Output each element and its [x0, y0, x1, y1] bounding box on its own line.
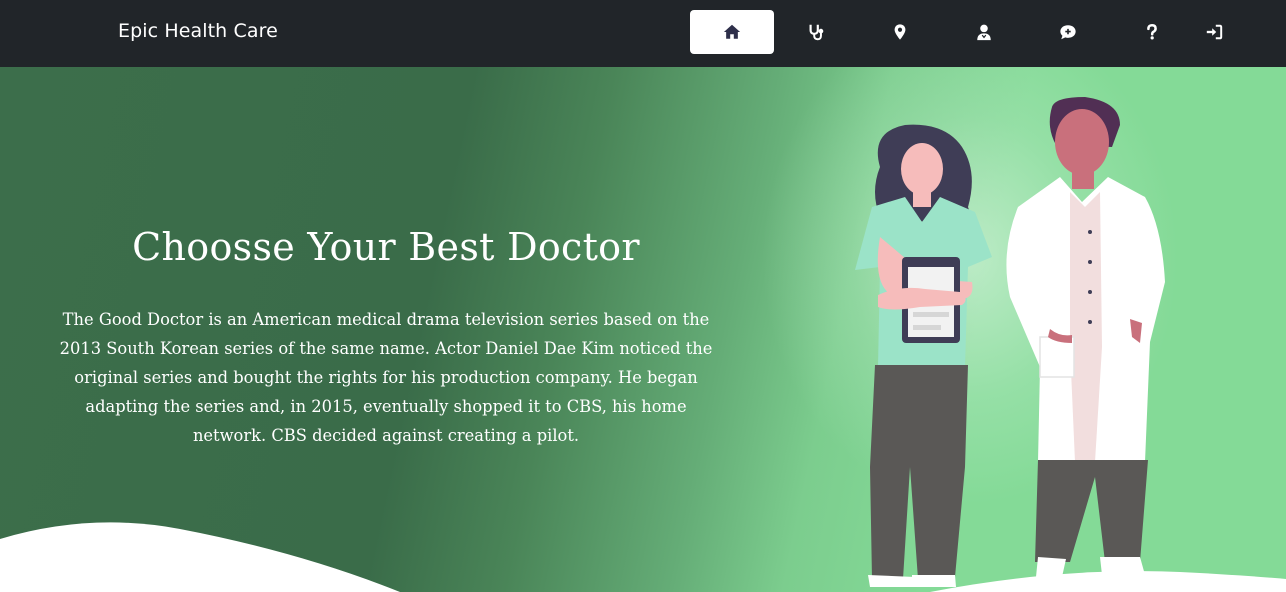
- hero-section: Choosse Your Best Doctor The Good Doctor…: [0, 67, 1286, 592]
- user-doctor-icon: [977, 24, 991, 41]
- top-navbar: Epic Health Care: [0, 0, 1286, 67]
- nav-location-button[interactable]: [858, 10, 942, 54]
- home-icon: [723, 24, 741, 39]
- doctors-illustration: [855, 97, 1165, 587]
- female-doctor-figure: [855, 124, 992, 587]
- nav-messages-button[interactable]: [1026, 10, 1110, 54]
- nav-doctors-button[interactable]: [774, 10, 858, 54]
- male-doctor-figure: [1006, 97, 1165, 577]
- stethoscope-icon: [809, 24, 824, 41]
- question-icon: [1147, 23, 1157, 40]
- brand-logo-text[interactable]: Epic Health Care: [118, 20, 278, 42]
- sign-in-icon: [1206, 24, 1223, 40]
- nav-home-button[interactable]: [690, 10, 774, 54]
- nav-login-button[interactable]: [1172, 10, 1256, 54]
- comment-plus-icon: [1060, 25, 1076, 40]
- nav-doctor-profile-button[interactable]: [942, 10, 1026, 54]
- map-marker-icon: [894, 24, 906, 40]
